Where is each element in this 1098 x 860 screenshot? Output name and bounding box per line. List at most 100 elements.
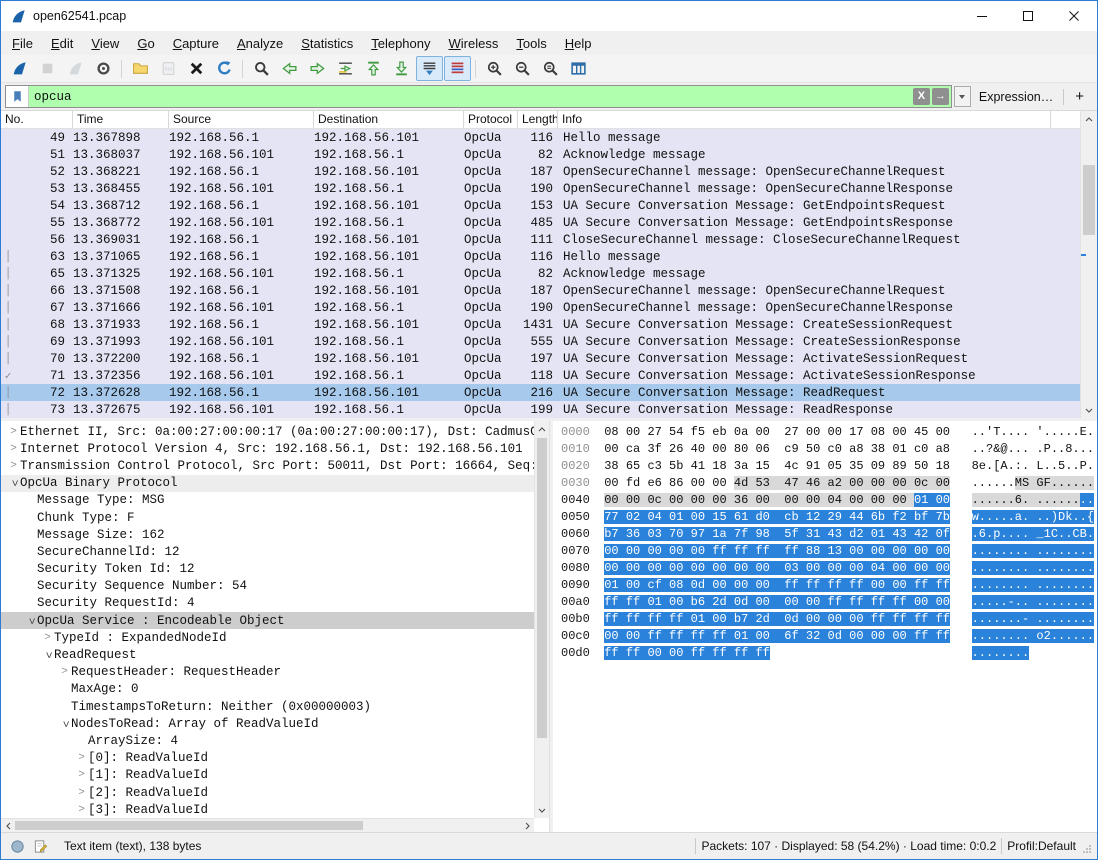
detail-line[interactable]: >[0]: ReadValueId <box>1 750 534 767</box>
packet-row[interactable]: 5613.369031192.168.56.1192.168.56.101Opc… <box>1 231 1080 248</box>
expert-info-button[interactable] <box>9 838 26 855</box>
detail-line[interactable]: ArraySize: 4 <box>1 732 534 749</box>
packet-row[interactable]: │7013.372200192.168.56.1192.168.56.101Op… <box>1 350 1080 367</box>
maximize-button[interactable] <box>1005 1 1051 31</box>
detail-line[interactable]: >Internet Protocol Version 4, Src: 192.1… <box>1 440 534 457</box>
detail-line[interactable]: Security RequestId: 4 <box>1 595 534 612</box>
expander-icon[interactable]: > <box>7 443 20 455</box>
expander-icon[interactable]: > <box>75 804 88 816</box>
column-header-time[interactable]: Time <box>73 111 169 128</box>
menu-wireless[interactable]: Wireless <box>440 33 508 54</box>
detail-hscrollbar[interactable] <box>1 818 534 832</box>
go-forward-button[interactable] <box>304 56 331 81</box>
stop-capture-button[interactable] <box>34 56 61 81</box>
packet-row[interactable]: 5413.368712192.168.56.1192.168.56.101Opc… <box>1 197 1080 214</box>
zoom-out-button[interactable] <box>509 56 536 81</box>
column-header-source[interactable]: Source <box>169 111 314 128</box>
expander-icon[interactable]: > <box>42 649 54 662</box>
hex-row[interactable]: 0040 00 00 0c 00 00 00 36 00 00 00 04 00… <box>561 493 1097 510</box>
find-packet-button[interactable] <box>248 56 275 81</box>
auto-scroll-button[interactable] <box>416 56 443 81</box>
go-first-button[interactable] <box>360 56 387 81</box>
profile-button[interactable]: Profil:Default <box>1007 839 1076 853</box>
zoom-original-button[interactable] <box>537 56 564 81</box>
hex-row[interactable]: 0080 00 00 00 00 00 00 00 00 03 00 00 00… <box>561 561 1097 578</box>
menu-capture[interactable]: Capture <box>164 33 228 54</box>
menu-telephony[interactable]: Telephony <box>362 33 439 54</box>
detail-line[interactable]: >NodesToRead: Array of ReadValueId <box>1 715 534 732</box>
close-button[interactable] <box>1051 1 1097 31</box>
detail-line[interactable]: >Transmission Control Protocol, Src Port… <box>1 457 534 474</box>
capture-comment-button[interactable] <box>32 838 49 855</box>
restart-capture-button[interactable] <box>62 56 89 81</box>
minimize-button[interactable] <box>959 1 1005 31</box>
detail-line[interactable]: >[3]: ReadValueId <box>1 801 534 818</box>
detail-line[interactable]: >OpcUa Binary Protocol <box>1 475 534 492</box>
detail-line[interactable]: Security Token Id: 12 <box>1 561 534 578</box>
hex-row[interactable]: 0090 01 00 cf 08 0d 00 00 00 ff ff ff ff… <box>561 578 1097 595</box>
detail-line[interactable]: >[1]: ReadValueId <box>1 767 534 784</box>
hex-row[interactable]: 00a0 ff ff 01 00 b6 2d 0d 00 00 00 ff ff… <box>561 595 1097 612</box>
expander-icon[interactable]: > <box>25 614 37 627</box>
hex-row[interactable]: 00c0 00 00 ff ff ff ff 01 00 6f 32 0d 00… <box>561 629 1097 646</box>
menu-analyze[interactable]: Analyze <box>228 33 292 54</box>
expander-icon[interactable]: > <box>7 426 20 438</box>
detail-line[interactable]: Security Sequence Number: 54 <box>1 578 534 595</box>
go-back-button[interactable] <box>276 56 303 81</box>
filter-apply-button[interactable]: → <box>932 88 949 105</box>
start-capture-button[interactable] <box>6 56 33 81</box>
filter-bookmark-button[interactable] <box>6 86 29 107</box>
expression-button[interactable]: Expression… <box>971 90 1061 104</box>
menu-edit[interactable]: Edit <box>42 33 82 54</box>
hex-row[interactable]: 0030 00 fd e6 86 00 00 4d 53 47 46 a2 00… <box>561 476 1097 493</box>
resize-grip[interactable] <box>1080 842 1092 854</box>
go-to-packet-button[interactable] <box>332 56 359 81</box>
menu-statistics[interactable]: Statistics <box>292 33 362 54</box>
packet-row[interactable]: │6913.371993192.168.56.101192.168.56.1Op… <box>1 333 1080 350</box>
hex-row[interactable]: 0020 38 65 c3 5b 41 18 3a 15 4c 91 05 35… <box>561 459 1097 476</box>
scrollbar-thumb[interactable] <box>15 821 363 830</box>
filter-clear-button[interactable]: X <box>913 88 930 105</box>
filter-input[interactable] <box>29 86 913 107</box>
reload-file-button[interactable] <box>211 56 238 81</box>
scroll-left-icon[interactable] <box>1 819 15 832</box>
scrollbar-thumb[interactable] <box>537 438 547 738</box>
expander-icon[interactable]: > <box>7 460 20 472</box>
column-header-length[interactable]: Length <box>518 111 558 128</box>
menu-tools[interactable]: Tools <box>507 33 555 54</box>
packet-row[interactable]: │7313.372675192.168.56.101192.168.56.1Op… <box>1 401 1080 418</box>
detail-line[interactable]: >TypeId : ExpandedNodeId <box>1 629 534 646</box>
scroll-down-icon[interactable] <box>535 802 549 818</box>
packet-row[interactable]: │6513.371325192.168.56.101192.168.56.1Op… <box>1 265 1080 282</box>
add-filter-button[interactable]: + <box>1066 88 1093 105</box>
column-header-info[interactable]: Info <box>558 111 1051 128</box>
menu-file[interactable]: File <box>3 33 42 54</box>
detail-line[interactable]: >Ethernet II, Src: 0a:00:27:00:00:17 (0a… <box>1 423 534 440</box>
scrollbar-thumb[interactable] <box>1083 165 1095 235</box>
resize-columns-button[interactable] <box>565 56 592 81</box>
column-header-protocol[interactable]: Protocol <box>464 111 518 128</box>
hex-row[interactable]: 0070 00 00 00 00 00 ff ff ff ff 88 13 00… <box>561 544 1097 561</box>
packet-row[interactable]: 4913.367898192.168.56.1192.168.56.101Opc… <box>1 129 1080 146</box>
detail-line[interactable]: TimestampsToReturn: Neither (0x00000003) <box>1 698 534 715</box>
detail-line[interactable]: >[2]: ReadValueId <box>1 784 534 801</box>
packet-row[interactable]: 5213.368221192.168.56.1192.168.56.101Opc… <box>1 163 1080 180</box>
packet-row[interactable]: 5113.368037192.168.56.101192.168.56.1Opc… <box>1 146 1080 163</box>
colorize-button[interactable] <box>444 56 471 81</box>
expander-icon[interactable]: > <box>41 632 54 644</box>
packet-row[interactable]: │6313.371065192.168.56.1192.168.56.101Op… <box>1 248 1080 265</box>
close-file-button[interactable] <box>183 56 210 81</box>
expander-icon[interactable]: > <box>8 477 20 490</box>
detail-line[interactable]: Message Type: MSG <box>1 492 534 509</box>
zoom-in-button[interactable] <box>481 56 508 81</box>
hex-row[interactable]: 00b0 ff ff ff ff 01 00 b7 2d 0d 00 00 00… <box>561 612 1097 629</box>
hex-row[interactable]: 0050 77 02 04 01 00 15 61 d0 cb 12 29 44… <box>561 510 1097 527</box>
detail-line[interactable]: MaxAge: 0 <box>1 681 534 698</box>
expander-icon[interactable]: > <box>75 752 88 764</box>
scroll-down-icon[interactable] <box>1081 402 1097 418</box>
hex-row[interactable]: 0010 00 ca 3f 26 40 00 80 06 c9 50 c0 a8… <box>561 442 1097 459</box>
packet-row[interactable]: 5513.368772192.168.56.101192.168.56.1Opc… <box>1 214 1080 231</box>
packet-row[interactable]: │7213.372628192.168.56.1192.168.56.101Op… <box>1 384 1080 401</box>
detail-scrollbar[interactable] <box>534 421 549 818</box>
hex-row[interactable]: 0000 08 00 27 54 f5 eb 0a 00 27 00 00 17… <box>561 425 1097 442</box>
